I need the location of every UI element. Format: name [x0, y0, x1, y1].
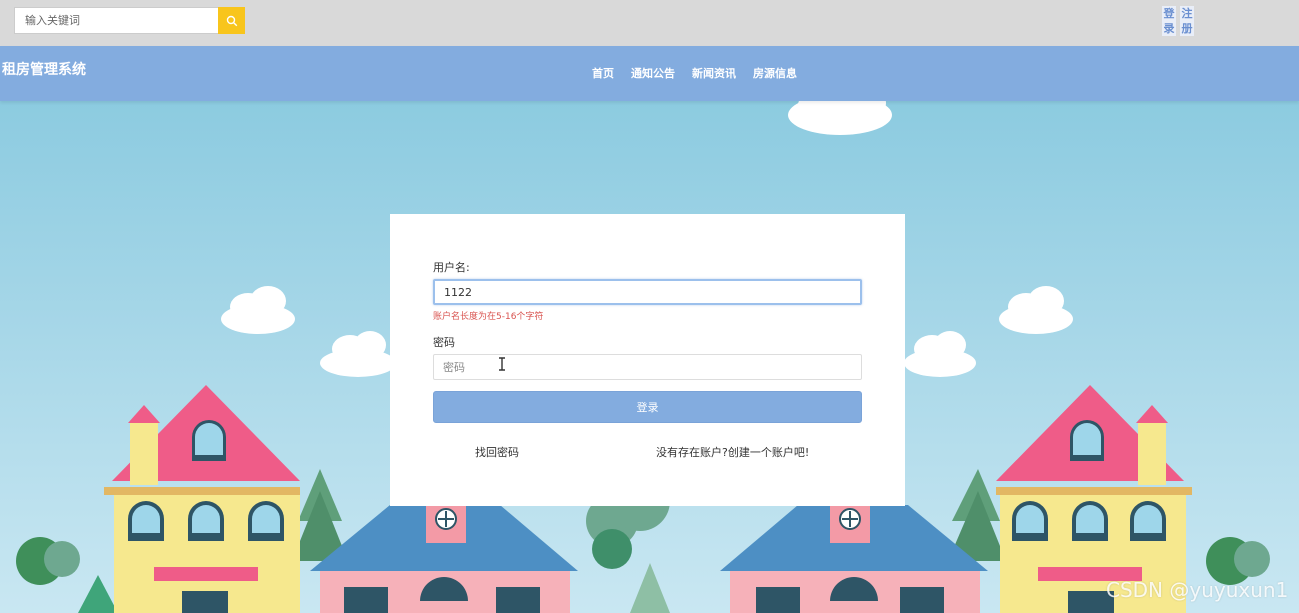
auth-links: 登录 注册: [1162, 6, 1194, 36]
login-link[interactable]: 登录: [1162, 6, 1176, 36]
nav-item-home[interactable]: 首页: [592, 65, 614, 81]
cloud-right-1: [999, 286, 1073, 334]
left-blue-house: [310, 499, 578, 613]
search-button[interactable]: [218, 7, 245, 34]
login-form-card: 用户名: 账户名长度为在5-16个字符 密码 登录 找回密码 没有存在账户?创建…: [390, 214, 905, 506]
main-nav: 首页 通知公告 新闻资讯 房源信息: [592, 65, 797, 81]
username-error-message: 账户名长度为在5-16个字符: [433, 312, 544, 322]
login-submit-button[interactable]: 登录: [433, 391, 862, 423]
create-account-link[interactable]: 没有存在账户?创建一个账户吧!: [656, 444, 809, 460]
text-cursor-icon: [499, 357, 505, 371]
cloud-top: [788, 101, 892, 135]
cloud-left-1: [221, 286, 295, 334]
search-icon: [226, 15, 237, 26]
nav-item-listings[interactable]: 房源信息: [753, 65, 797, 81]
search-input[interactable]: [14, 7, 218, 34]
right-blue-house: [720, 499, 988, 613]
header-nav-bar: 租房管理系统 首页 通知公告 新闻资讯 房源信息: [0, 46, 1299, 101]
username-label: 用户名:: [433, 261, 470, 274]
left-tall-house: [104, 385, 300, 613]
register-link[interactable]: 注册: [1180, 6, 1194, 36]
search-bar: [14, 7, 245, 34]
cloud-left-2: [320, 331, 396, 377]
cloud-right-2: [904, 331, 976, 377]
forgot-password-link[interactable]: 找回密码: [475, 444, 519, 460]
top-bar: 登录 注册: [0, 0, 1299, 46]
username-input[interactable]: [433, 279, 862, 305]
nav-item-news[interactable]: 新闻资讯: [692, 65, 736, 81]
password-label: 密码: [433, 336, 455, 349]
nav-item-notices[interactable]: 通知公告: [631, 65, 675, 81]
site-title: 租房管理系统: [2, 62, 86, 78]
watermark: CSDN @yuyuxun1: [1106, 578, 1289, 602]
